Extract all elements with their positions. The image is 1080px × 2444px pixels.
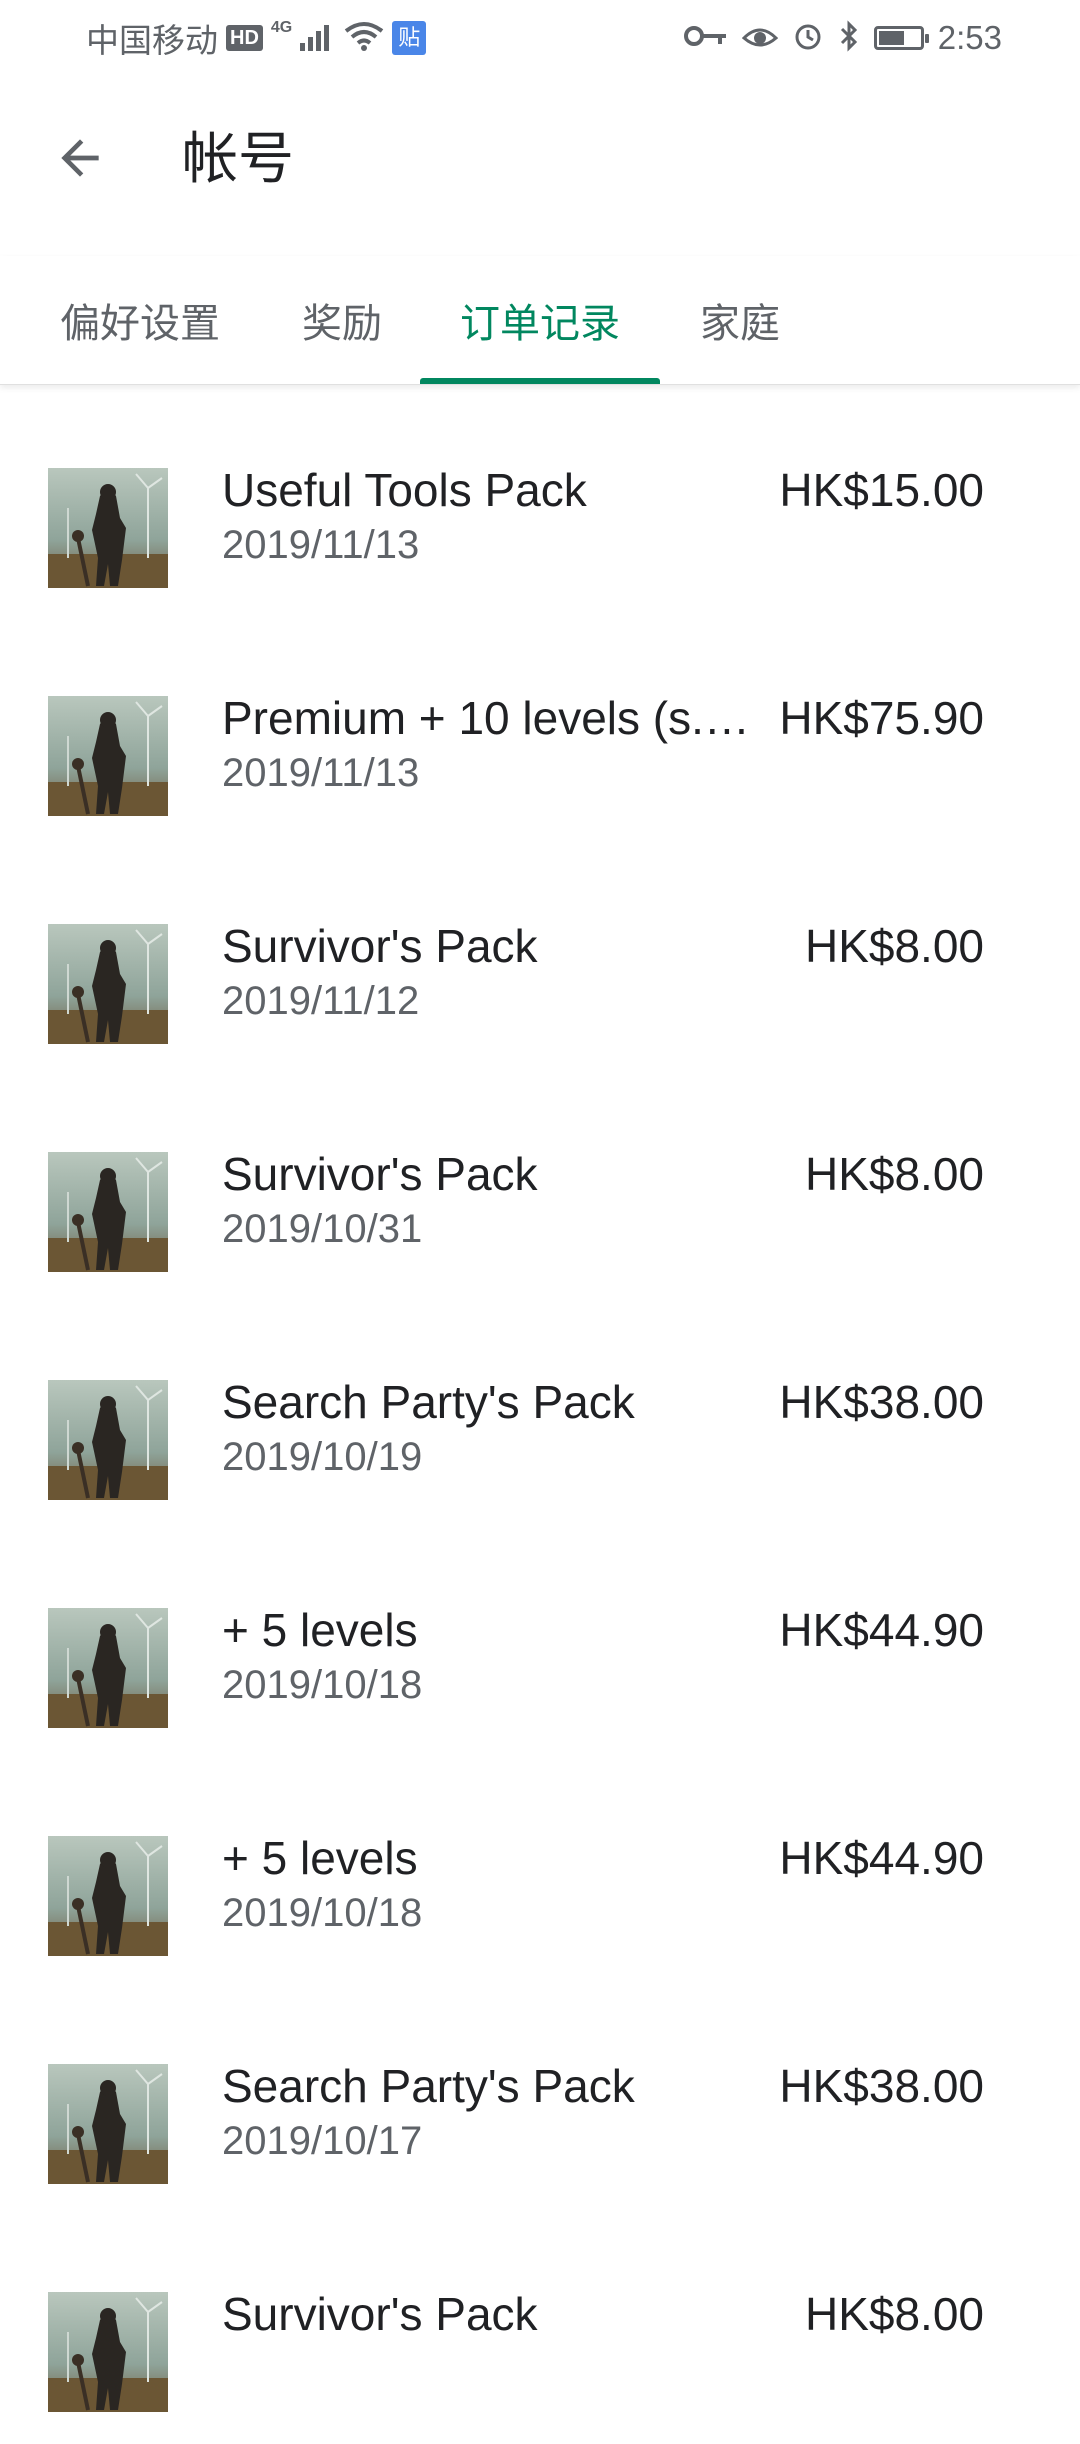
order-item[interactable]: + 5 levels 2019/10/18 HK$44.90 <box>0 1760 1080 1988</box>
key-icon <box>683 23 728 54</box>
order-item-title: Survivor's Pack <box>222 920 538 972</box>
order-item-title: + 5 levels <box>222 1604 418 1656</box>
order-item-price: HK$38.00 <box>779 1376 984 1428</box>
wifi-icon <box>344 21 384 56</box>
bluetooth-icon <box>838 19 860 57</box>
tab-order-history[interactable]: 订单记录 <box>420 256 660 384</box>
network-type-label: 4G <box>270 19 293 36</box>
tab-label: 奖励 <box>302 302 382 346</box>
order-item-date: 2019/11/13 <box>222 523 420 567</box>
order-item-date: 2019/10/19 <box>222 1435 423 1479</box>
app-thumbnail <box>48 924 168 1044</box>
order-item[interactable]: Survivor's Pack 2019/10/31 HK$8.00 <box>0 1076 1080 1304</box>
order-item-date: 2019/11/13 <box>222 751 420 795</box>
arrow-left-icon <box>52 130 108 191</box>
order-item[interactable]: + 5 levels 2019/10/18 HK$44.90 <box>0 1532 1080 1760</box>
order-item[interactable]: Survivor's Pack HK$8.00 <box>0 2216 1080 2444</box>
order-item[interactable]: Premium + 10 levels (s.… 2019/11/13 HK$7… <box>0 620 1080 848</box>
app-notification-icon: 贴 <box>392 21 427 55</box>
order-item-title: Search Party's Pack <box>222 1376 635 1428</box>
app-bar: 帐号 <box>0 76 1080 236</box>
order-item-date: 2019/10/18 <box>222 1891 423 1935</box>
order-item-price: HK$8.00 <box>804 2288 984 2340</box>
tab-label: 家庭 <box>700 302 780 346</box>
order-item-price: HK$38.00 <box>779 2060 984 2112</box>
app-thumbnail <box>48 1152 168 1272</box>
order-item-title: + 5 levels <box>222 1832 418 1884</box>
status-right: 2:53 <box>683 14 1002 62</box>
tab-family[interactable]: 家庭 <box>690 256 790 384</box>
order-item-date: 2019/11/12 <box>222 979 420 1023</box>
order-item-price: HK$75.90 <box>779 692 984 744</box>
tab-label: 订单记录 <box>460 302 620 346</box>
app-thumbnail <box>48 468 168 588</box>
carrier-name: 中国移动 <box>86 22 218 59</box>
tab-label: 偏好设置 <box>60 302 220 346</box>
status-time: 2:53 <box>937 19 1002 56</box>
order-item-date: 2019/10/17 <box>222 2119 423 2163</box>
tab-bar: 偏好设置 奖励 订单记录 家庭 <box>0 256 1080 385</box>
order-item[interactable]: Useful Tools Pack 2019/11/13 HK$15.00 <box>0 392 1080 620</box>
alarm-icon <box>792 20 824 57</box>
tab-preferences[interactable]: 偏好设置 <box>40 256 240 384</box>
order-item-price: HK$8.00 <box>804 920 984 972</box>
order-item-title: Search Party's Pack <box>222 2060 635 2112</box>
order-item-date: 2019/10/18 <box>222 1663 423 1707</box>
order-item-price: HK$44.90 <box>779 1604 984 1656</box>
app-thumbnail <box>48 2292 168 2412</box>
order-list: Useful Tools Pack 2019/11/13 HK$15.00 Pr… <box>0 392 1080 2444</box>
order-item-title: Premium + 10 levels (s.… <box>222 692 750 744</box>
order-item-title: Useful Tools Pack <box>222 464 587 516</box>
order-item[interactable]: Search Party's Pack 2019/10/19 HK$38.00 <box>0 1304 1080 1532</box>
order-item[interactable]: Search Party's Pack 2019/10/17 HK$38.00 <box>0 1988 1080 2216</box>
tab-rewards[interactable]: 奖励 <box>290 256 394 384</box>
app-thumbnail <box>48 696 168 816</box>
order-item-price: HK$8.00 <box>804 1148 984 1200</box>
order-item-price: HK$15.00 <box>779 464 984 516</box>
order-item-title: Survivor's Pack <box>222 2288 538 2340</box>
page-title: 帐号 <box>182 127 294 190</box>
battery-icon <box>873 26 929 50</box>
order-item[interactable]: Survivor's Pack 2019/11/12 HK$8.00 <box>0 848 1080 1076</box>
eye-comfort-icon <box>741 22 778 55</box>
app-thumbnail <box>48 1380 168 1500</box>
app-thumbnail <box>48 1608 168 1728</box>
order-item-title: Survivor's Pack <box>222 1148 538 1200</box>
app-thumbnail <box>48 1836 168 1956</box>
app-thumbnail <box>48 2064 168 2184</box>
order-item-price: HK$44.90 <box>779 1832 984 1884</box>
status-bar: 中国移动 HD 4G 贴 2:53 <box>0 0 1080 76</box>
back-button[interactable] <box>40 120 120 200</box>
hd-icon: HD <box>226 25 263 51</box>
active-tab-indicator <box>420 378 660 384</box>
order-item-date: 2019/10/31 <box>222 1207 423 1251</box>
status-left: 中国移动 HD 4G 贴 <box>86 14 427 62</box>
signal-icon <box>300 21 336 56</box>
